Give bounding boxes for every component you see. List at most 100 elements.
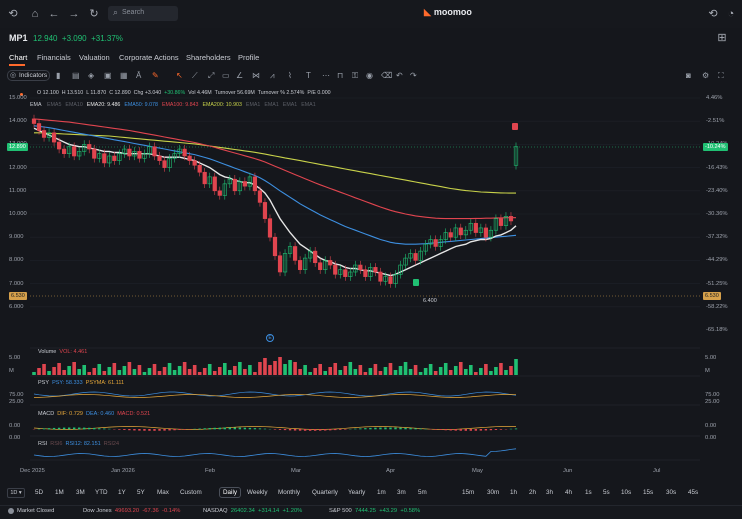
macd-bar (459, 429, 462, 431)
x-label-jul: Jul (653, 468, 661, 474)
timeframe-5y[interactable]: 5Y (137, 489, 145, 496)
macd-bar (449, 429, 452, 431)
macd-bar (133, 429, 136, 431)
ema50-line (33, 125, 517, 245)
candle (87, 144, 92, 150)
timeframe-3h[interactable]: 3h (546, 489, 553, 496)
macd-bar (489, 429, 493, 431)
candle (267, 218, 273, 238)
volume-bar (504, 370, 508, 375)
timeframe-quarterly[interactable]: Quarterly (312, 489, 338, 496)
volume-bar (368, 368, 373, 375)
timeframe-5m[interactable]: 5m (418, 489, 427, 496)
candle (72, 146, 77, 157)
timeframe-2h[interactable]: 2h (529, 489, 536, 496)
volume-bar (443, 363, 448, 375)
volume-bar (448, 370, 453, 375)
volume-bar (248, 365, 252, 375)
volume-bar (187, 369, 192, 375)
dow-ticker[interactable]: Dow Jones 49693.20 -67.36 -0.14% (83, 508, 180, 514)
volume-bar (494, 367, 498, 375)
timeframe-15s[interactable]: 15s (643, 489, 653, 496)
nasdaq-ticker[interactable]: NASDAQ 26402.34 +314.14 +1.20% (203, 508, 302, 514)
ema100-line (33, 118, 516, 220)
volume-bar (318, 364, 322, 375)
candle (242, 181, 247, 187)
timeframe-1h[interactable]: 1h (510, 489, 517, 496)
macd-bar (288, 429, 292, 431)
volume-bar (479, 368, 483, 375)
macd-bar (183, 429, 186, 430)
macd-bar (168, 429, 171, 431)
volume-bar (222, 363, 227, 375)
volume-bar (413, 365, 418, 375)
timeframe-3m[interactable]: 3M (76, 489, 85, 496)
volume-bar (398, 366, 403, 375)
timeframe-weekly[interactable]: Weekly (247, 489, 268, 496)
candle (252, 176, 258, 192)
sp500-ticker[interactable]: S&P 500 7444.25 +43.29 +0.58% (329, 508, 420, 514)
candle (358, 264, 363, 270)
timeframe-5d[interactable]: 5D (35, 489, 43, 496)
macd-bar (198, 428, 201, 430)
timeframe-3m[interactable]: 3m (397, 489, 406, 496)
timeframe-1m[interactable]: 1m (377, 489, 386, 496)
volume-bar (52, 367, 56, 375)
timeframe-30s[interactable]: 30s (666, 489, 676, 496)
timeframe-max[interactable]: Max (157, 489, 169, 496)
macd-bar (67, 427, 71, 430)
macd-bar (339, 429, 342, 430)
volume-bar (484, 364, 488, 375)
macd-bar (394, 427, 397, 430)
timeframe-4h[interactable]: 4h (565, 489, 572, 496)
candle (483, 227, 488, 238)
timeframe-ytd[interactable]: YTD (95, 489, 108, 496)
timeframe-5s[interactable]: 5s (603, 489, 610, 496)
volume-bar (32, 372, 36, 375)
volume-bar (423, 368, 428, 375)
macd-bar (479, 429, 483, 431)
earnings-icon[interactable]: E (266, 334, 274, 342)
macd-bar (93, 427, 96, 430)
volume-bar (348, 362, 353, 375)
macd-bar (278, 429, 282, 430)
macd-bar (143, 429, 146, 431)
volume-bar (57, 363, 61, 375)
candle (378, 271, 383, 282)
candle (162, 160, 167, 168)
x-label-feb: Feb (205, 468, 215, 474)
timeframe-1y[interactable]: 1Y (118, 489, 126, 496)
candle (41, 130, 47, 138)
macd-bar (108, 428, 111, 430)
macd-bar (344, 429, 347, 430)
period-dropdown[interactable]: 1D ▾ (7, 488, 25, 498)
volume-bar (343, 366, 348, 375)
timeframe-15m[interactable]: 15m (462, 489, 474, 496)
volume-bar (433, 371, 438, 375)
timeframe-30m[interactable]: 30m (487, 489, 499, 496)
volume-bar (147, 368, 152, 375)
timeframe-monthly[interactable]: Monthly (278, 489, 300, 496)
timeframe-1m[interactable]: 1M (55, 489, 64, 496)
candle (112, 155, 117, 161)
volume-bar (82, 365, 87, 375)
volume-bar (403, 362, 408, 375)
volume-bar (489, 371, 493, 375)
macd-bar (364, 428, 367, 430)
timeframe-1s[interactable]: 1s (585, 489, 592, 496)
volume-bar (162, 367, 167, 375)
timeframe-custom[interactable]: Custom (180, 489, 202, 496)
x-label-jan: Jan 2026 (111, 468, 135, 474)
volume-bar (233, 366, 237, 375)
macd-bar (293, 429, 297, 431)
timeframe-yearly[interactable]: Yearly (348, 489, 365, 496)
timeframe-45s[interactable]: 45s (688, 489, 698, 496)
macd-bar (138, 429, 141, 431)
timeframe-daily[interactable]: Daily (219, 487, 241, 498)
candle (313, 250, 318, 264)
candle (137, 151, 142, 159)
macd-bar (474, 429, 478, 431)
volume-bar (313, 368, 317, 375)
timeframe-10s[interactable]: 10s (621, 489, 631, 496)
candle (292, 246, 298, 261)
